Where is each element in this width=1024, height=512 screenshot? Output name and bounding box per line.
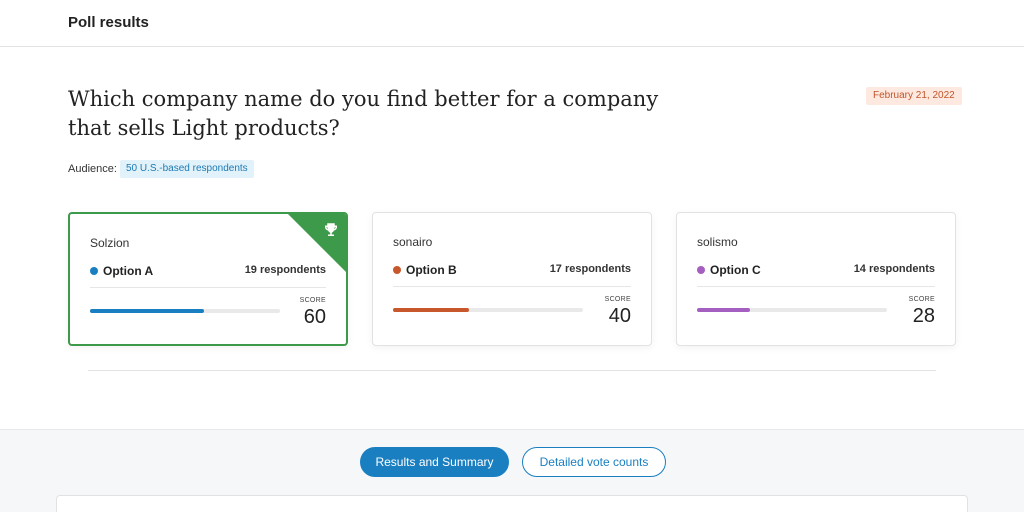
respondent-count: 19 respondents bbox=[244, 264, 326, 276]
option-name: solismo bbox=[697, 235, 738, 249]
section-divider bbox=[88, 370, 936, 371]
option-label-row: Option C bbox=[697, 263, 761, 277]
respondent-count: 14 respondents bbox=[853, 263, 935, 275]
score-bar bbox=[697, 308, 887, 312]
card-divider bbox=[393, 286, 631, 287]
trophy-icon bbox=[325, 223, 337, 236]
option-dot bbox=[393, 266, 401, 274]
top-bar: Poll results bbox=[0, 0, 1024, 47]
option-dot bbox=[697, 266, 705, 274]
tab-results-summary[interactable]: Results and Summary bbox=[360, 447, 509, 477]
score-bar-fill bbox=[90, 309, 204, 313]
option-card-a[interactable]: Solzion Option A 19 respondents SCORE 60 bbox=[68, 212, 348, 346]
score-bar bbox=[393, 308, 583, 312]
option-label-row: Option B bbox=[393, 263, 457, 277]
lower-section: Results and Summary Detailed vote counts bbox=[0, 429, 1024, 512]
audience-badge: 50 U.S.-based respondents bbox=[119, 160, 254, 178]
option-label: Option C bbox=[710, 263, 761, 277]
option-label: Option B bbox=[406, 263, 457, 277]
option-label: Option A bbox=[103, 264, 154, 278]
tab-detailed-vote-counts[interactable]: Detailed vote counts bbox=[522, 447, 666, 477]
option-card-b[interactable]: sonairo Option B 17 respondents SCORE 40 bbox=[372, 212, 652, 346]
option-name: Solzion bbox=[90, 236, 130, 250]
date-badge: February 21, 2022 bbox=[866, 87, 962, 105]
respondent-count: 17 respondents bbox=[549, 263, 631, 275]
score-bar bbox=[90, 309, 280, 313]
score-value: 40 bbox=[608, 305, 631, 327]
option-dot bbox=[90, 267, 98, 275]
poll-question: Which company name do you find better fo… bbox=[68, 87, 659, 140]
score-label: SCORE bbox=[604, 296, 631, 303]
score-bar-fill bbox=[393, 308, 469, 312]
score-label: SCORE bbox=[908, 296, 935, 303]
option-card-c[interactable]: solismo Option C 14 respondents SCORE 28 bbox=[676, 212, 956, 346]
score-value: 28 bbox=[912, 305, 935, 327]
option-label-row: Option A bbox=[90, 264, 153, 278]
card-divider bbox=[697, 286, 935, 287]
audience-row: Audience: 50 U.S.-based respondents bbox=[68, 160, 254, 178]
option-name: sonairo bbox=[393, 235, 433, 249]
score-value: 60 bbox=[303, 306, 326, 328]
audience-label: Audience: bbox=[68, 163, 117, 175]
score-label: SCORE bbox=[299, 297, 326, 304]
results-panel bbox=[56, 495, 968, 512]
score-bar-fill bbox=[697, 308, 751, 312]
page-title: Poll results bbox=[68, 14, 149, 31]
card-divider bbox=[90, 287, 326, 288]
